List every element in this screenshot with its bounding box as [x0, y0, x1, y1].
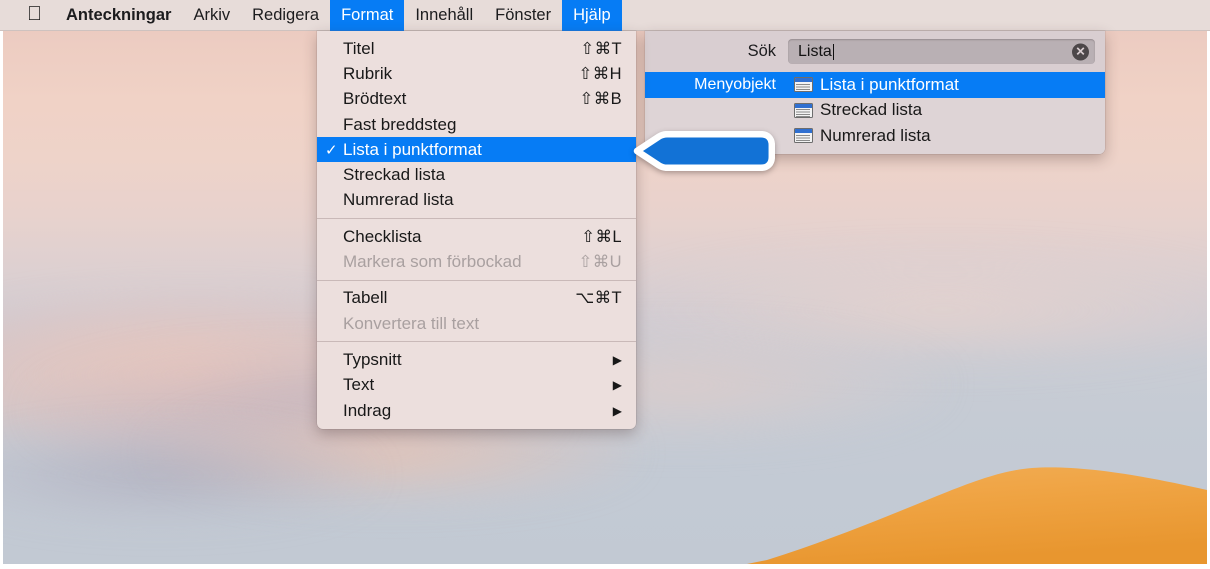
help-result-category: Menyobjekt — [694, 75, 776, 93]
sand-dune — [747, 434, 1207, 564]
menu-item-streckad-lista[interactable]: Streckad lista — [317, 162, 636, 187]
submenu-arrow-icon: ▶ — [612, 378, 622, 393]
menu-bar-item-arkiv[interactable]: Arkiv — [182, 0, 241, 31]
menu-item-label: Fast breddsteg — [343, 114, 457, 134]
menu-item-label: Titel — [343, 38, 375, 58]
menu-item-shortcut: ⇧⌘B — [579, 90, 622, 109]
menu-separator — [317, 279, 636, 281]
menu-item-label: Checklista — [343, 226, 422, 246]
menu-item-brodtext[interactable]: Brödtext ⇧⌘B — [317, 87, 636, 112]
menu-item-lista-i-punktformat[interactable]: ✓ Lista i punktformat — [317, 137, 636, 163]
menu-bar-item-anteckningar[interactable]: Anteckningar — [55, 0, 182, 31]
blue-arrow-pointer — [633, 131, 775, 171]
help-result-label: Lista i punktformat — [820, 74, 959, 94]
checkmark-icon: ✓ — [325, 141, 338, 159]
submenu-arrow-icon: ▶ — [612, 403, 622, 418]
menu-item-label: Tabell — [343, 288, 388, 308]
menu-item-label: Text — [343, 375, 375, 395]
menu-item-label: Numrerad lista — [343, 190, 454, 210]
menu-item-konvertera-till-text: Konvertera till text — [317, 311, 636, 336]
menu-item-tabell[interactable]: Tabell ⌥⌘T — [317, 286, 636, 311]
menu-item-text[interactable]: Text ▶ — [317, 373, 636, 398]
menu-bar:  Anteckningar Arkiv Redigera Format Inn… — [0, 0, 1210, 31]
menu-bar-item-redigera[interactable]: Redigera — [241, 0, 330, 31]
menu-item-shortcut: ⇧⌘L — [581, 227, 622, 246]
menu-item-checklista[interactable]: Checklista ⇧⌘L — [317, 224, 636, 249]
menu-item-indrag[interactable]: Indrag ▶ — [317, 398, 636, 423]
menu-item-label: Brödtext — [343, 89, 407, 109]
menu-item-shortcut: ⇧⌘H — [578, 64, 622, 83]
help-search-row: Sök Lista ✕ — [645, 31, 1105, 72]
menu-item-shortcut: ⇧⌘T — [580, 39, 622, 58]
menu-item-label: Indrag — [343, 400, 392, 420]
menu-item-numrerad-lista[interactable]: Numrerad lista — [317, 188, 636, 213]
menu-item-label: Konvertera till text — [343, 313, 480, 333]
apple-logo-icon:  — [26, 4, 43, 25]
help-result-row[interactable]: Menyobjekt Lista i punktformat — [645, 72, 1105, 98]
menu-item-icon — [788, 128, 818, 144]
help-result-label: Numrerad lista — [820, 125, 931, 145]
menu-separator — [317, 341, 636, 343]
menu-item-label: Streckad lista — [343, 165, 446, 185]
clear-search-icon[interactable]: ✕ — [1072, 43, 1089, 60]
screen:  Anteckningar Arkiv Redigera Format Inn… — [0, 0, 1210, 569]
menu-item-rubrik[interactable]: Rubrik ⇧⌘H — [317, 61, 636, 86]
menu-item-label: Markera som förbockad — [343, 252, 522, 272]
menu-separator — [317, 218, 636, 220]
menu-bar-item-innehall[interactable]: Innehåll — [404, 0, 484, 31]
menu-item-titel[interactable]: Titel ⇧⌘T — [317, 36, 636, 61]
menu-item-icon — [788, 102, 818, 118]
cloud-band — [3, 430, 373, 520]
help-result-row[interactable]: Streckad lista — [645, 98, 1105, 124]
help-search-label: Sök — [747, 42, 776, 60]
menu-item-markera-som-forbockad: Markera som förbockad ⇧⌘U — [317, 249, 636, 274]
help-result-label: Streckad lista — [820, 100, 923, 120]
menu-item-icon — [788, 77, 818, 93]
menu-item-shortcut: ⇧⌘U — [578, 253, 622, 272]
text-caret — [832, 43, 835, 60]
menu-item-label: Rubrik — [343, 63, 393, 83]
menu-item-label: Typsnitt — [343, 349, 402, 369]
menu-item-typsnitt[interactable]: Typsnitt ▶ — [317, 347, 636, 372]
menu-item-label: Lista i punktformat — [343, 139, 482, 159]
menu-bar-item-format[interactable]: Format — [330, 0, 405, 31]
cloud-band — [623, 255, 1207, 365]
menu-bar-item-hjalp[interactable]: Hjälp — [562, 0, 622, 31]
apple-menu[interactable]:  — [0, 0, 55, 31]
menu-item-shortcut: ⌥⌘T — [575, 289, 622, 308]
menu-item-fast-breddsteg[interactable]: Fast breddsteg — [317, 112, 636, 137]
submenu-arrow-icon: ▶ — [612, 352, 622, 367]
menu-bar-item-fonster[interactable]: Fönster — [484, 0, 562, 31]
help-search-input[interactable]: Lista ✕ — [788, 39, 1095, 64]
help-search-value: Lista — [798, 42, 832, 60]
format-dropdown-menu: Titel ⇧⌘T Rubrik ⇧⌘H Brödtext ⇧⌘B Fast b… — [317, 31, 636, 430]
